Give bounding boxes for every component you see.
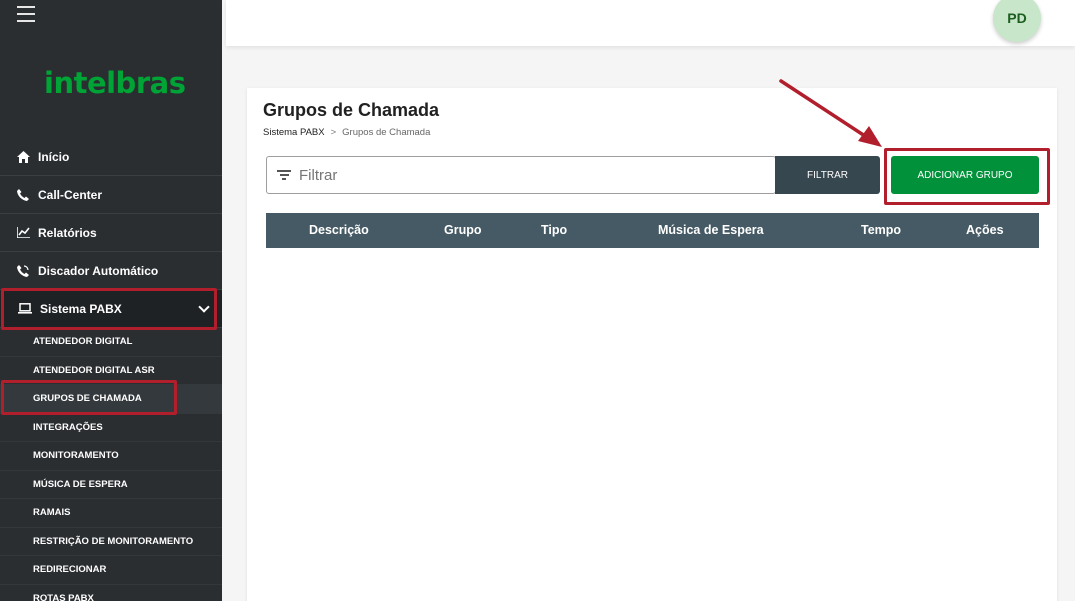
chart-icon bbox=[16, 226, 30, 240]
sidebar-subitem-integracoes[interactable]: INTEGRAÇÕES bbox=[0, 414, 222, 442]
chevron-down-icon bbox=[198, 301, 210, 313]
brand-logo: intelbras bbox=[44, 66, 186, 100]
sidebar-subitem-atendedor-digital[interactable]: ATENDEDOR DIGITAL bbox=[0, 328, 222, 357]
content-card: Grupos de Chamada Sistema PABX > Grupos de… bbox=[247, 88, 1057, 601]
laptop-icon bbox=[18, 302, 32, 316]
sidebar-item-sistema-pabx[interactable]: Sistema PABX bbox=[0, 290, 222, 328]
add-group-button[interactable]: ADICIONAR GRUPO bbox=[891, 156, 1039, 194]
hamburger-icon[interactable] bbox=[17, 6, 35, 22]
sidebar-subitem-musica-de-espera[interactable]: MÚSICA DE ESPERA bbox=[0, 471, 222, 499]
column-header-tempo[interactable]: Tempo bbox=[861, 223, 901, 237]
phone-icon bbox=[16, 188, 30, 202]
sidebar-subitem-redirecionar[interactable]: REDIRECIONAR bbox=[0, 556, 222, 585]
sidebar-subitem-atendedor-digital-asr[interactable]: ATENDEDOR DIGITAL ASR bbox=[0, 357, 222, 385]
column-header-musica-de-espera[interactable]: Música de Espera bbox=[658, 223, 764, 237]
filter-field bbox=[266, 156, 776, 194]
sidebar-item-inicio[interactable]: Início bbox=[0, 138, 222, 176]
breadcrumb: Sistema PABX > Grupos de Chamada bbox=[263, 127, 430, 138]
sidebar-item-label: Call-Center bbox=[38, 187, 103, 202]
column-header-acoes: Ações bbox=[966, 223, 1004, 237]
sidebar-subitem-monitoramento[interactable]: MONITORAMENTO bbox=[0, 442, 222, 471]
sidebar-item-label: Discador Automático bbox=[38, 263, 159, 278]
sidebar-item-relatorios[interactable]: Relatórios bbox=[0, 214, 222, 252]
sidebar-item-call-center[interactable]: Call-Center bbox=[0, 176, 222, 214]
page-title: Grupos de Chamada bbox=[263, 100, 440, 120]
sidebar-subitem-rotas-pabx[interactable]: ROTAS PABX bbox=[0, 585, 222, 601]
phone-dialer-icon bbox=[16, 264, 30, 278]
sidebar-item-label: Relatórios bbox=[38, 225, 97, 240]
column-header-descricao[interactable]: Descrição bbox=[309, 223, 369, 237]
filter-button[interactable]: FILTRAR bbox=[775, 156, 880, 194]
filter-icon bbox=[277, 170, 291, 180]
breadcrumb-parent[interactable]: Sistema PABX bbox=[263, 127, 325, 138]
column-header-grupo[interactable]: Grupo bbox=[444, 223, 482, 237]
sidebar: intelbras Início Call-Center Relatórios … bbox=[0, 0, 222, 601]
filter-input[interactable] bbox=[299, 166, 759, 184]
breadcrumb-current: Grupos de Chamada bbox=[342, 127, 431, 138]
sidebar-nav: Início Call-Center Relatórios Discador A… bbox=[0, 138, 222, 601]
sidebar-subitem-ramais[interactable]: RAMAIS bbox=[0, 499, 222, 528]
sidebar-item-discador[interactable]: Discador Automático bbox=[0, 252, 222, 290]
topbar: PD bbox=[226, 0, 1075, 46]
sidebar-subitem-restricao-monitoramento[interactable]: RESTRIÇÃO DE MONITORAMENTO bbox=[0, 528, 222, 556]
sidebar-subitem-grupos-de-chamada[interactable]: GRUPOS DE CHAMADA bbox=[0, 385, 222, 414]
home-icon bbox=[16, 150, 30, 164]
column-header-tipo[interactable]: Tipo bbox=[541, 223, 567, 237]
table-header: Descrição Grupo Tipo Música de Espera Te… bbox=[266, 213, 1039, 248]
avatar[interactable]: PD bbox=[993, 0, 1041, 42]
sidebar-item-label: Início bbox=[38, 149, 70, 164]
sidebar-item-label: Sistema PABX bbox=[40, 301, 122, 316]
breadcrumb-separator: > bbox=[330, 127, 337, 138]
